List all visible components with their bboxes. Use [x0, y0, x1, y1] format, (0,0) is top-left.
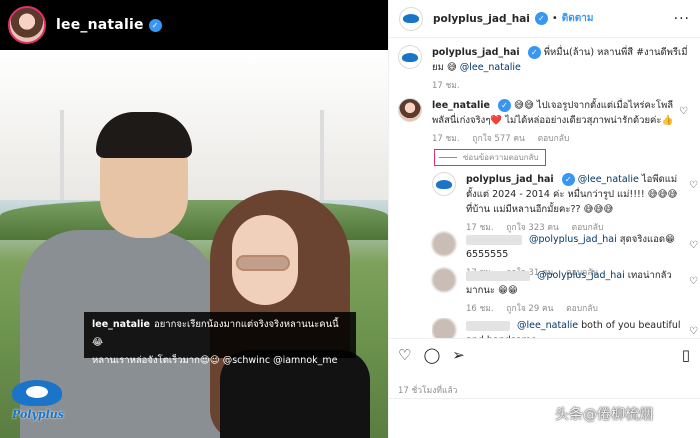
comment-item: lee_natalie ✓ 😅😅 ไปเจอรูปจากตั้งแต่เมื่อ…	[398, 98, 690, 147]
reply-item: polyplus_jad_hai ✓ @lee_natalie ไอพีดแม่…	[432, 172, 700, 236]
blurred-username	[466, 234, 522, 245]
comment-time: 17 ชม.	[432, 81, 460, 91]
verified-badge-icon: ✓	[498, 99, 512, 112]
like-heart-icon[interactable]: ♡	[689, 238, 698, 253]
tent-canopy	[0, 50, 388, 200]
comment-mention[interactable]: @polyplus_jad_hai	[529, 234, 617, 245]
blurred-username	[466, 320, 510, 331]
brand-logo-text: Polyplus	[12, 408, 64, 421]
comment-username[interactable]: polyplus_jad_hai	[466, 174, 554, 185]
tent-pole	[60, 110, 64, 200]
reply-button[interactable]: ตอบกลับ	[538, 134, 570, 144]
comment-mention[interactable]: @polyplus_jad_hai	[537, 270, 625, 281]
verified-badge-icon: ✓	[561, 173, 575, 186]
caption-line-2: หลานเราหล่อจังโตเร็วมาก😍😉 @schwinc @iamn…	[92, 355, 338, 366]
comment-likes[interactable]: ถูกใจ 29 คน	[506, 304, 553, 314]
brand-wing-icon	[403, 14, 419, 23]
header-username[interactable]: polyplus_jad_hai	[433, 13, 530, 25]
commenter-avatar[interactable]	[432, 268, 456, 292]
tent-pole	[320, 110, 324, 200]
brand-wing-icon	[402, 52, 418, 62]
owner-username[interactable]: lee_natalie ✓	[56, 17, 162, 33]
blurred-username	[466, 270, 530, 281]
comments-header: polyplus_jad_hai ✓ • ติดตาม ···	[389, 0, 700, 38]
verified-badge-icon: ✓	[527, 46, 541, 59]
like-heart-icon[interactable]: ♡	[689, 274, 698, 289]
header-separator: •	[551, 13, 558, 24]
follow-button[interactable]: ติดตาม	[562, 11, 594, 26]
reply-item: @polyplus_jad_hai เทอน่ากลัวมากนะ 😁😁 16 …	[432, 268, 700, 317]
commenter-avatar[interactable]	[432, 318, 456, 338]
comment-meta: 17 ชม. ถูกใจ 577 คน ตอบกลับ	[432, 132, 676, 147]
comment-icon[interactable]: ◯	[423, 348, 440, 363]
commenter-avatar[interactable]	[398, 98, 422, 122]
comment-meta: 17 ชม.	[432, 79, 690, 94]
brand-logo: Polyplus	[6, 380, 70, 428]
brand-wing-icon	[12, 380, 62, 406]
post-owner-header: lee_natalie ✓	[0, 0, 388, 50]
account-avatar[interactable]	[399, 6, 423, 31]
sunglasses	[236, 255, 290, 271]
commenter-avatar[interactable]	[432, 232, 456, 256]
like-heart-icon[interactable]: ♡	[689, 324, 698, 338]
comment-username[interactable]: polyplus_jad_hai	[432, 47, 520, 58]
more-options-icon[interactable]: ···	[674, 11, 690, 27]
comment-mention[interactable]: @lee_natalie	[517, 320, 578, 331]
hide-replies-button[interactable]: ซ่อนข้อความตอบกลับ	[434, 149, 546, 166]
share-icon[interactable]: ➢	[452, 348, 465, 363]
verified-badge-icon: ✓	[534, 12, 548, 25]
owner-avatar[interactable]	[8, 6, 46, 44]
like-heart-icon[interactable]: ♡	[689, 178, 698, 193]
reply-item: @lee_natalie both of you beautiful and h…	[432, 318, 700, 338]
comment-likes[interactable]: ถูกใจ 577 คน	[472, 134, 525, 144]
caption-line-1: lee_natalie อยากจะเรียกน้องมากแต่จริงจริง…	[92, 316, 348, 352]
watermark: 头条@倦柳梳烟	[555, 407, 653, 423]
brand-wing-icon	[436, 179, 452, 189]
post-action-bar: ♡ ◯ ➢ ▯	[388, 338, 700, 372]
comment-time: 17 ชม.	[432, 134, 460, 144]
comment-meta: 16 ชม. ถูกใจ 29 คน ตอบกลับ	[466, 302, 686, 317]
comment-mention[interactable]: @lee_natalie	[460, 62, 521, 73]
like-heart-icon[interactable]: ♡	[679, 104, 688, 119]
commenter-avatar[interactable]	[432, 172, 456, 196]
caption-overlay: lee_natalie อยากจะเรียกน้องมากแต่จริงจริง…	[84, 312, 356, 366]
bookmark-icon[interactable]: ▯	[682, 348, 690, 363]
verified-badge-icon: ✓	[148, 18, 162, 32]
caption-username: lee_natalie	[92, 319, 150, 330]
comment-username[interactable]: lee_natalie	[432, 100, 490, 111]
reply-button[interactable]: ตอบกลับ	[566, 304, 598, 314]
like-icon[interactable]: ♡	[398, 348, 411, 363]
comment-item: polyplus_jad_hai ✓ พี่หมื่น(ล้าน) หลานพี…	[398, 45, 690, 94]
comment-mention[interactable]: @lee_natalie	[578, 174, 639, 185]
comment-time: 16 ชม.	[466, 304, 494, 314]
post-timestamp: 17 ชั่วโมงที่แล้ว	[398, 386, 458, 396]
commenter-avatar[interactable]	[398, 45, 422, 69]
post-media-panel: lee_natalie ✓ lee_natalie อยากจะเรียกน้องม…	[0, 0, 388, 438]
add-comment-area[interactable]	[388, 398, 700, 438]
